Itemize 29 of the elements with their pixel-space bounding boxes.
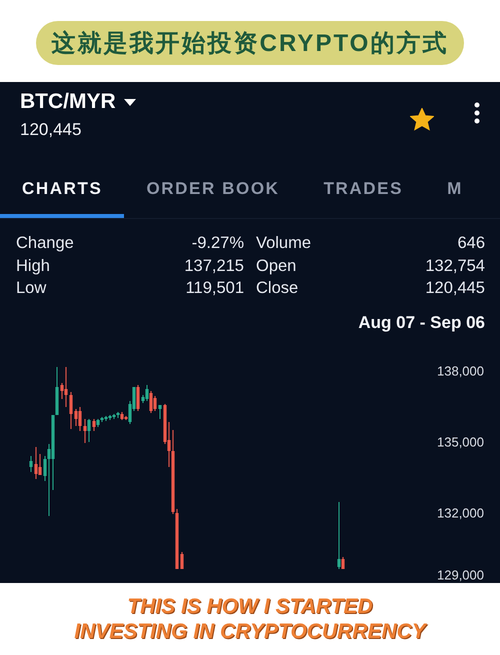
- axis-label: 129,000: [437, 567, 484, 582]
- date-range: Aug 07 - Sep 06: [358, 312, 486, 332]
- caption-line: INVESTING IN CRYPTOCURRENCY: [74, 619, 426, 644]
- stat-label: High: [16, 256, 50, 276]
- more-icon[interactable]: [474, 102, 480, 124]
- title-banner: 这就是我开始投资CRYPTO的方式: [36, 21, 464, 65]
- stat-value: 119,501: [186, 278, 244, 298]
- stat-value: 646: [457, 233, 485, 254]
- axis-label: 132,000: [437, 505, 484, 520]
- stat-label: Change: [16, 233, 74, 254]
- stat-value: 137,215: [184, 256, 244, 276]
- stat-value: -9.27%: [192, 233, 244, 254]
- stat-value: 120,445: [425, 278, 485, 298]
- stat-label: Low: [16, 278, 46, 298]
- stat-value: 132,754: [425, 256, 485, 276]
- tab[interactable]: TRADES: [302, 160, 426, 218]
- pair-selector[interactable]: BTC/MYR: [20, 90, 136, 114]
- tab[interactable]: ORDER BOOK: [124, 160, 302, 218]
- axis-label: 138,000: [437, 363, 484, 378]
- tab[interactable]: CHARTS: [0, 160, 124, 218]
- stat-label: Close: [256, 278, 298, 298]
- axis-label: 135,000: [437, 434, 484, 449]
- star-icon[interactable]: [410, 108, 434, 131]
- caption-line: THIS IS HOW I STARTED: [127, 594, 373, 619]
- current-price: 120,445: [20, 120, 82, 140]
- tab[interactable]: M: [425, 160, 485, 218]
- stat-label: Volume: [256, 233, 312, 254]
- stat-label: Open: [256, 256, 296, 276]
- caret-icon: [124, 98, 136, 106]
